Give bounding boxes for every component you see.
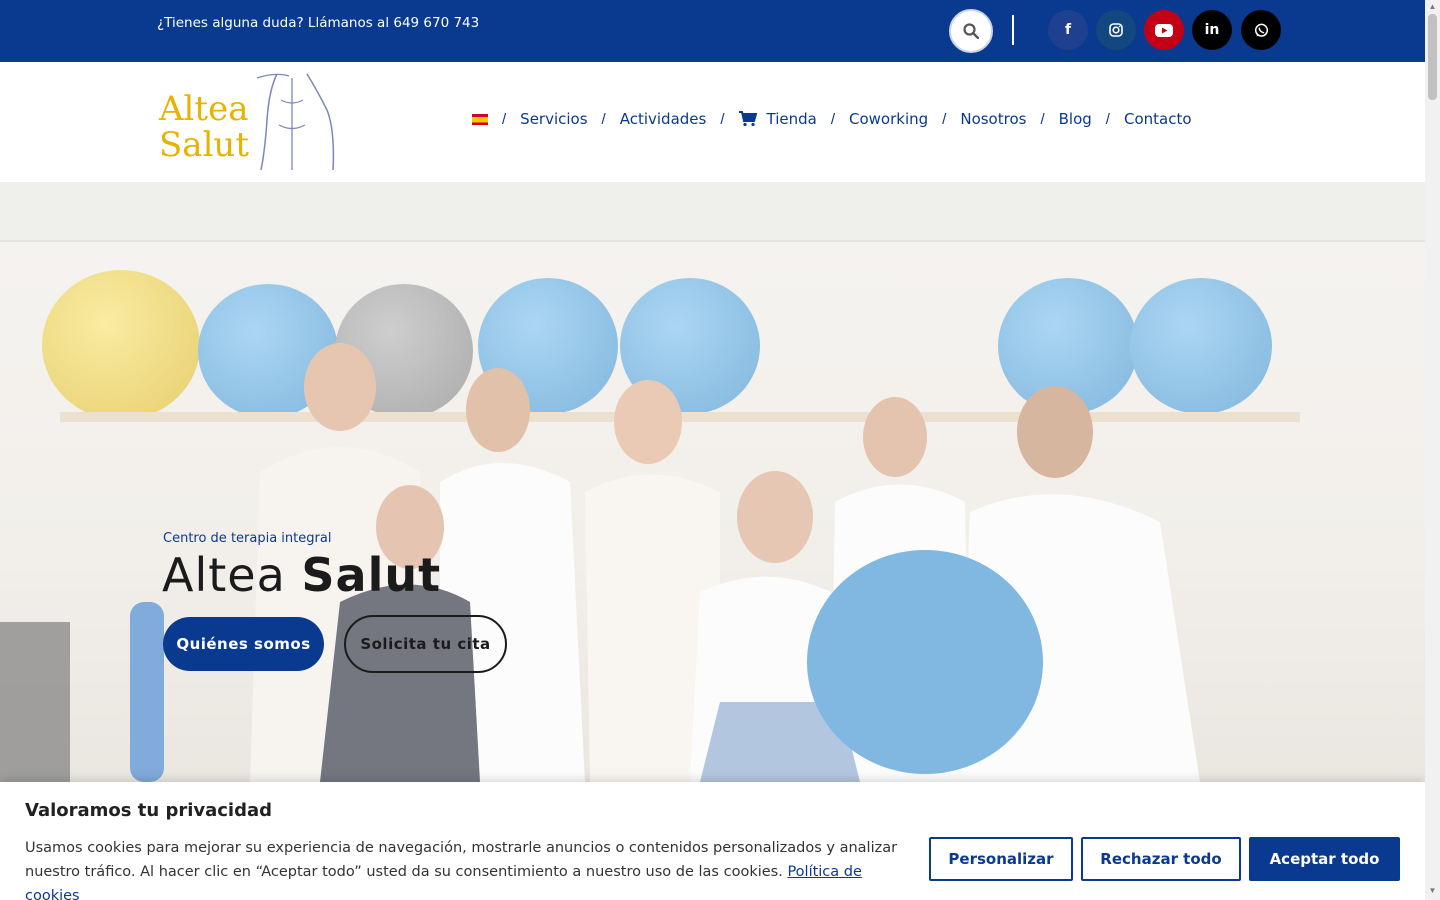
hero-subtitle: Centro de terapia integral (163, 531, 332, 546)
nav-item-nosotros[interactable]: Nosotros (960, 110, 1026, 128)
nav-separator: / (502, 110, 507, 128)
cookie-title: Valoramos tu privacidad (25, 800, 273, 821)
linkedin-icon: in (1204, 22, 1220, 38)
search-button[interactable] (949, 9, 993, 53)
page-scrollbar[interactable]: ▲ ▼ (1425, 0, 1440, 900)
nav-item-contacto[interactable]: Contacto (1124, 110, 1192, 128)
nav-separator: / (720, 110, 725, 128)
nav-separator: / (942, 110, 947, 128)
main-nav: / Servicios / Actividades / Tienda / Cow… (472, 110, 1192, 128)
search-icon (963, 23, 979, 39)
hero-title-light: Altea (162, 548, 286, 602)
instagram-button[interactable] (1096, 10, 1136, 50)
book-appointment-button[interactable]: Solicita tu cita (344, 615, 507, 673)
cookie-banner: Valoramos tu privacidad Usamos cookies p… (0, 782, 1425, 900)
site-header: Altea Salut / Servicios / Actividades / … (0, 62, 1425, 182)
cookie-description: Usamos cookies para mejorar su experienc… (25, 836, 905, 900)
nav-item-actividades[interactable]: Actividades (620, 110, 707, 128)
customize-cookies-button[interactable]: Personalizar (929, 837, 1073, 881)
accept-all-button[interactable]: Aceptar todo (1249, 837, 1400, 881)
cookie-text: Usamos cookies para mejorar su experienc… (25, 840, 898, 880)
instagram-icon (1109, 23, 1123, 37)
whatsapp-icon (1254, 23, 1268, 37)
facebook-button[interactable]: f (1048, 10, 1088, 50)
topbar-divider (1012, 15, 1014, 45)
linkedin-button[interactable]: in (1192, 10, 1232, 50)
scroll-up-arrow-icon[interactable]: ▲ (1428, 2, 1437, 12)
whatsapp-button[interactable] (1241, 10, 1281, 50)
cart-icon (738, 111, 757, 127)
site-logo[interactable]: Altea Salut (157, 70, 342, 174)
nav-item-tienda-label: Tienda (766, 110, 817, 128)
hero-section: Centro de terapia integral Altea Salut Q… (0, 182, 1425, 782)
logo-word-salut: Salut (159, 125, 249, 165)
language-flag-es[interactable] (472, 113, 488, 125)
nav-item-coworking[interactable]: Coworking (849, 110, 928, 128)
hero-overlay (0, 182, 1425, 782)
top-bar: ¿Tienes alguna duda? Llámanos al 649 670… (0, 0, 1425, 62)
nav-item-tienda[interactable]: Tienda (738, 110, 817, 128)
scroll-down-arrow-icon[interactable]: ▼ (1428, 886, 1437, 896)
reject-all-button[interactable]: Rechazar todo (1081, 837, 1241, 881)
hero-title-bold: Salut (301, 548, 442, 602)
nav-separator: / (1105, 110, 1110, 128)
nav-item-servicios[interactable]: Servicios (520, 110, 587, 128)
youtube-icon (1155, 23, 1173, 37)
phone-contact-text[interactable]: ¿Tienes alguna duda? Llámanos al 649 670… (157, 15, 479, 31)
nav-separator: / (601, 110, 606, 128)
logo-word-altea: Altea (159, 89, 249, 129)
nav-separator: / (1040, 110, 1045, 128)
hero-title: Altea Salut (162, 548, 441, 602)
scrollbar-thumb[interactable] (1428, 14, 1437, 100)
nav-separator: / (830, 110, 836, 128)
about-us-button[interactable]: Quiénes somos (163, 617, 324, 671)
nav-item-blog[interactable]: Blog (1059, 110, 1092, 128)
youtube-button[interactable] (1144, 10, 1184, 50)
facebook-icon: f (1064, 22, 1072, 38)
